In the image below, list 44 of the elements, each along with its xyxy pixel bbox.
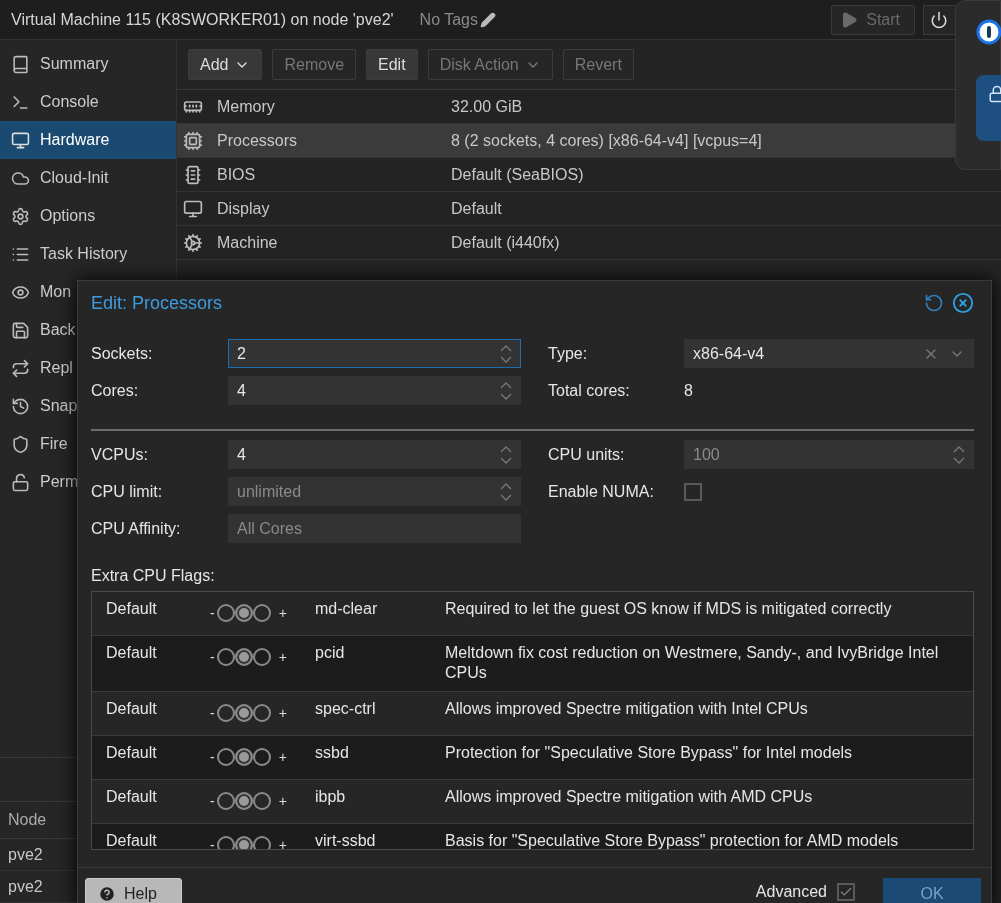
plus-label: +: [278, 705, 287, 721]
dialog-title: Edit: Processors: [91, 292, 223, 314]
flag-state: Default: [106, 743, 158, 763]
flag-name: spec-ctrl: [315, 699, 377, 719]
flag-description: Protection for "Speculative Store Bypass" for Intel models: [445, 743, 854, 763]
minus-label: -: [210, 793, 215, 809]
flag-name: virt-ssbd: [315, 831, 377, 849]
flag-description: Allows improved Spectre mitigation with Intel CPUs: [445, 699, 809, 719]
flag-name: pcid: [315, 643, 346, 663]
field-label: Cores:: [91, 381, 140, 400]
window-title: Virtual Machine 115 (K8SWORKER01) on node 'pve2': [11, 10, 394, 29]
field-label: Type:: [548, 344, 589, 363]
minus-label: -: [210, 649, 215, 665]
flag-name: ssbd: [315, 743, 350, 763]
flag-description: Allows improved Spectre mitigation with AMD CPUs: [445, 787, 814, 807]
tags-label: No Tags: [419, 10, 478, 29]
flag-description: Basis for "Speculative Store Bypass" protection for AMD models: [445, 831, 900, 849]
plus-label: +: [278, 793, 287, 809]
minus-label: -: [210, 605, 215, 621]
field-label: CPU Affinity:: [91, 519, 182, 538]
flag-name: ibpb: [315, 787, 347, 807]
minus-label: -: [210, 705, 215, 721]
minus-label: -: [210, 749, 215, 765]
advanced-label: Advanced: [755, 882, 827, 901]
flag-description: Meltdown fix cost reduction on Westmere, Sandy-, and IvyBridge Intel CPUs: [445, 643, 940, 683]
field-label: VCPUs:: [91, 445, 149, 464]
flag-name: md-clear: [315, 599, 379, 619]
plus-label: +: [278, 749, 287, 765]
plus-label: +: [278, 649, 287, 665]
field-label: Total cores:: [548, 381, 631, 400]
plus-label: +: [278, 605, 287, 621]
minus-label: -: [210, 837, 215, 849]
flag-description: Required to let the guest OS know if MDS is mitigated correctly: [445, 599, 893, 619]
field-value: 8: [684, 381, 693, 399]
section-label: Extra CPU Flags:: [91, 567, 216, 585]
field-label: CPU limit:: [91, 482, 164, 501]
field-label: Enable NUMA:: [548, 482, 655, 501]
field-label: Sockets:: [91, 344, 154, 363]
flag-state: Default: [106, 699, 158, 719]
plus-label: +: [278, 837, 287, 849]
flag-state: Default: [106, 643, 158, 663]
field-label: CPU units:: [548, 445, 626, 464]
flag-state: Default: [106, 599, 158, 619]
flag-state: Default: [106, 787, 158, 807]
